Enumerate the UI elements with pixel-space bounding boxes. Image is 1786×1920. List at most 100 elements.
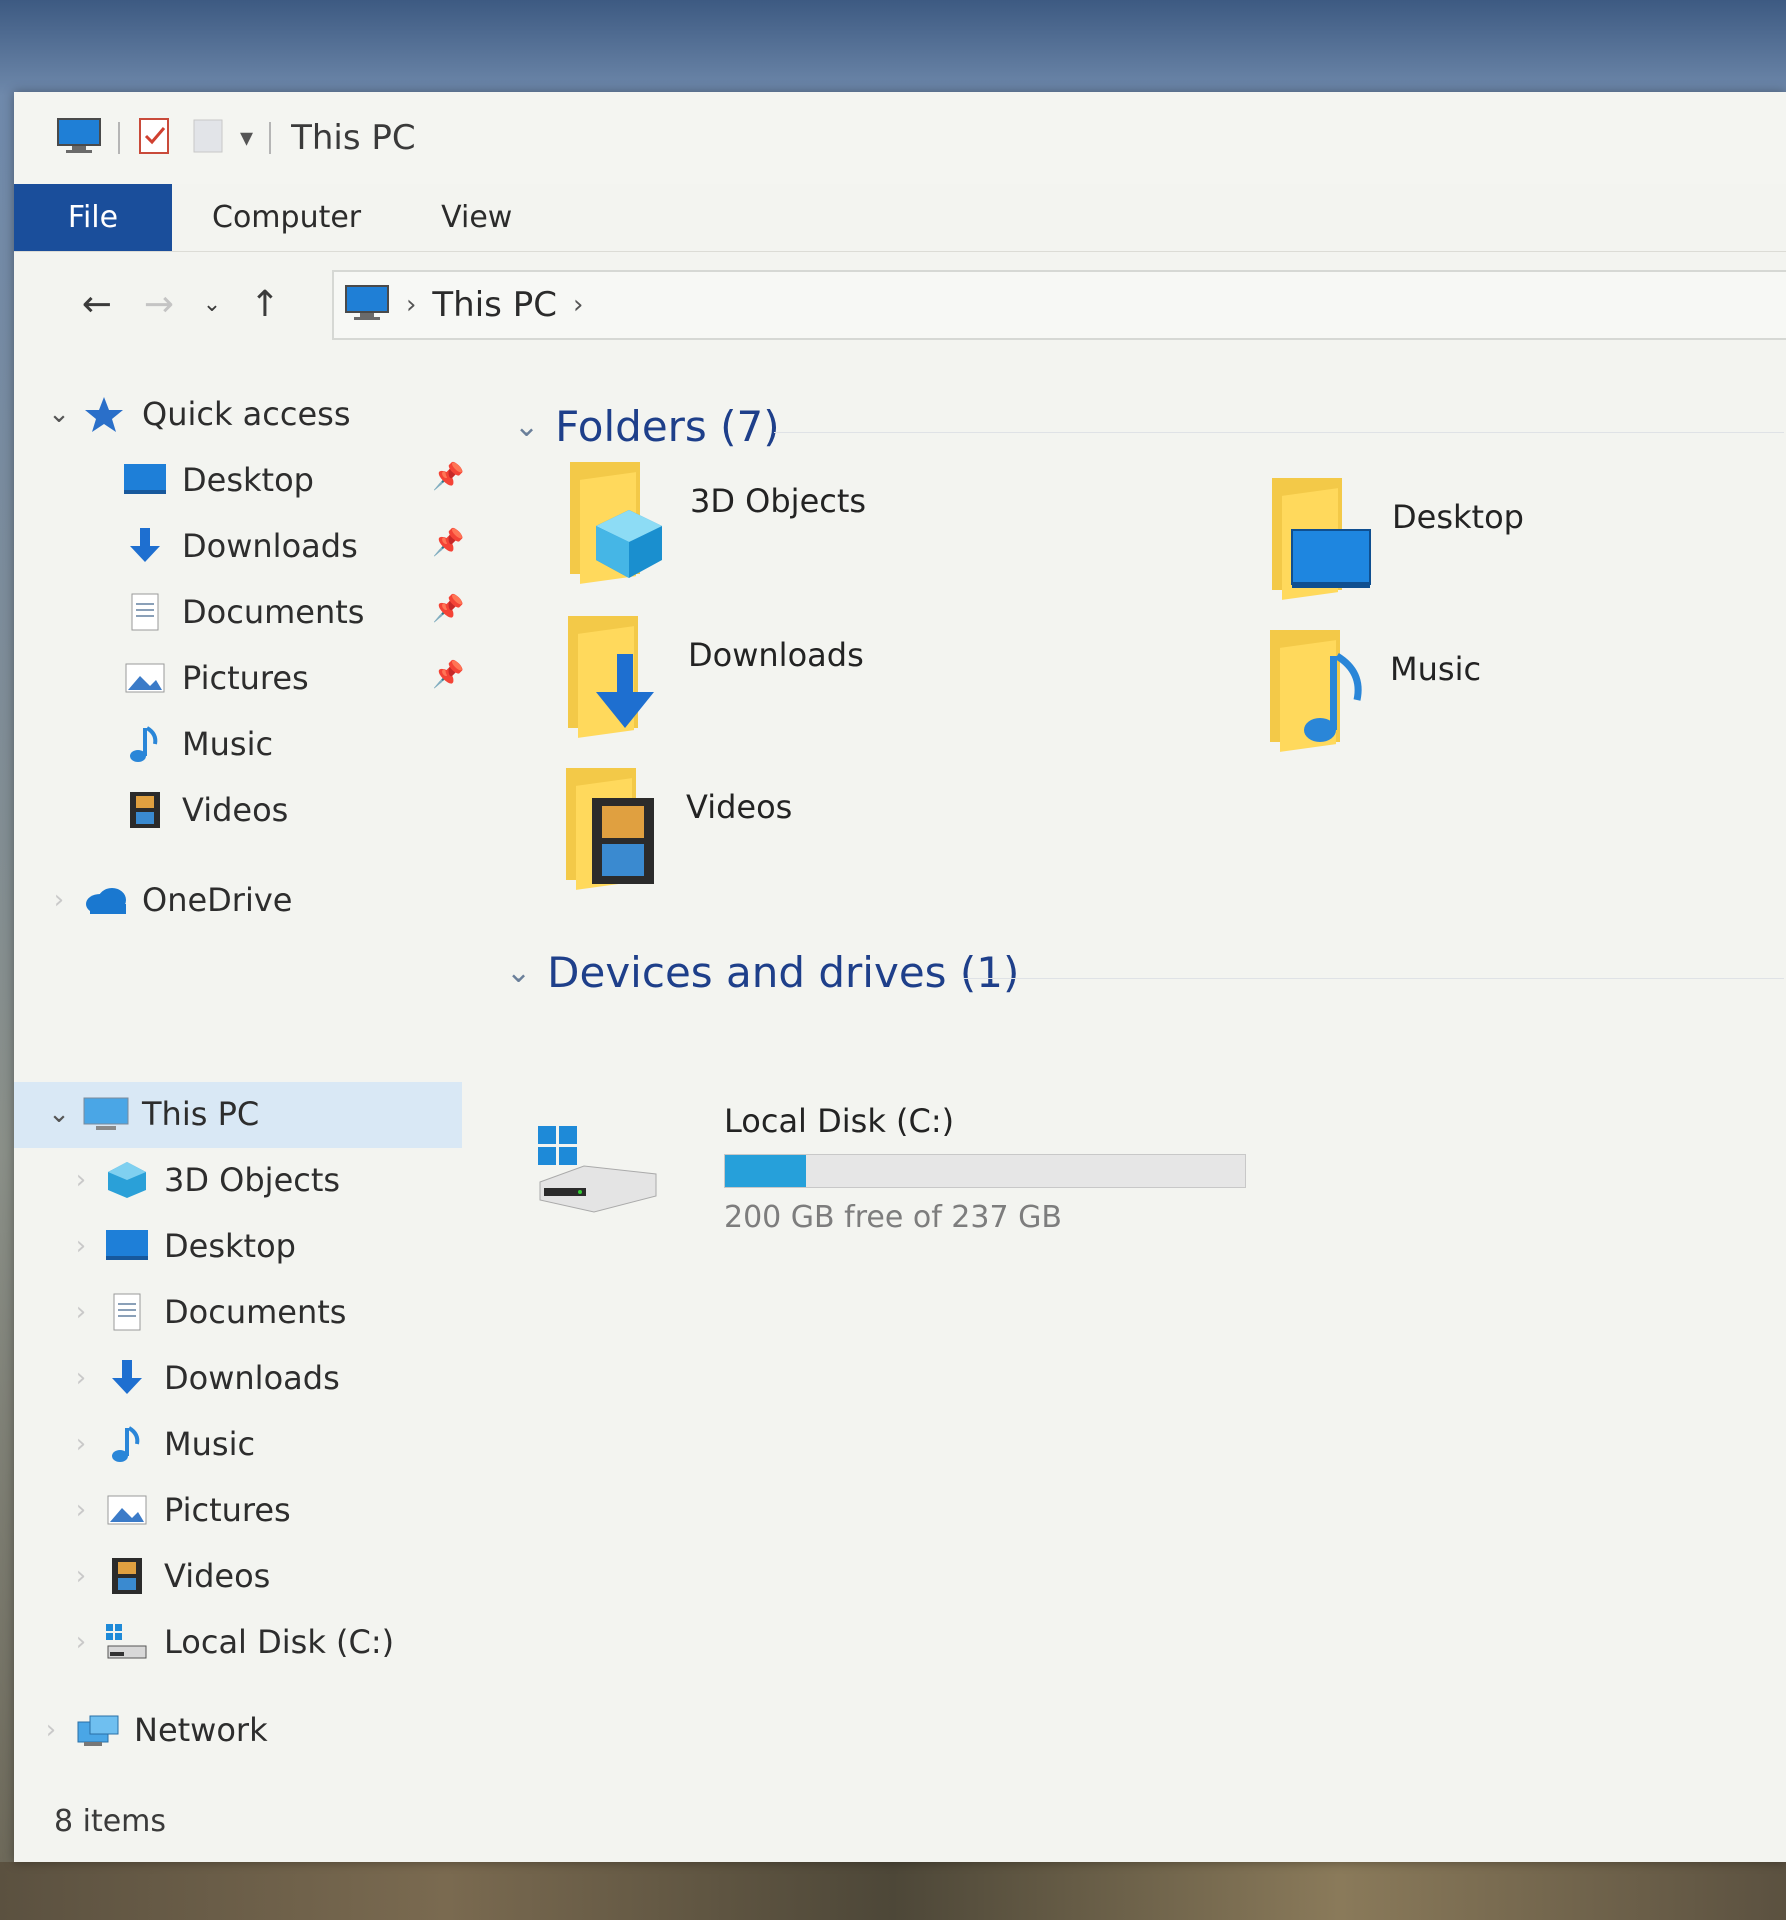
- pin-icon[interactable]: 📌: [432, 528, 464, 558]
- documents-icon: [104, 1292, 152, 1332]
- desktop-icon: [1264, 478, 1374, 600]
- downloads-icon: [104, 1358, 152, 1398]
- chevron-right-icon[interactable]: ›: [36, 1715, 66, 1745]
- chevron-right-icon[interactable]: ›: [66, 1363, 96, 1393]
- folder-label: Desktop: [1392, 498, 1524, 536]
- nav-qa-pictures[interactable]: Pictures: [114, 646, 309, 710]
- nav-label: Videos: [164, 1557, 271, 1595]
- nav-label: Desktop: [164, 1227, 296, 1265]
- nav-label: Downloads: [164, 1359, 340, 1397]
- chevron-down-icon[interactable]: ⌄: [514, 409, 539, 444]
- new-folder-icon[interactable]: [190, 116, 226, 160]
- group-header-devices[interactable]: ⌄ Devices and drives (1): [506, 948, 1019, 997]
- address-bar[interactable]: › This PC ›: [332, 270, 1786, 340]
- nav-pc-documents[interactable]: › Documents: [66, 1280, 347, 1344]
- chevron-down-icon[interactable]: ⌄: [506, 955, 531, 990]
- recent-locations-button[interactable]: ⌄: [190, 274, 234, 334]
- chevron-right-icon[interactable]: ›: [66, 1231, 96, 1261]
- nav-label: Desktop: [182, 461, 314, 499]
- desktop-wallpaper: [0, 1862, 1786, 1920]
- pin-icon[interactable]: 📌: [432, 660, 464, 690]
- nav-qa-desktop[interactable]: Desktop: [114, 448, 314, 512]
- desktop-icon: [122, 460, 170, 500]
- breadcrumb-this-pc[interactable]: This PC: [432, 285, 557, 325]
- tab-file[interactable]: File: [14, 184, 172, 251]
- chevron-right-icon[interactable]: ›: [44, 885, 74, 915]
- folder-label: 3D Objects: [690, 482, 867, 520]
- qat-separator: [118, 122, 120, 154]
- pin-icon[interactable]: 📌: [432, 594, 464, 624]
- chevron-right-icon[interactable]: ›: [66, 1297, 96, 1327]
- drive-usage-fill: [725, 1155, 807, 1187]
- computer-icon: [56, 117, 102, 159]
- nav-qa-music[interactable]: Music: [114, 712, 273, 776]
- drive-icon: [534, 1122, 664, 1222]
- up-button[interactable]: ↑: [234, 274, 296, 334]
- nav-label: Pictures: [164, 1491, 291, 1529]
- chevron-right-icon[interactable]: ›: [66, 1165, 96, 1195]
- star-icon: [82, 394, 130, 434]
- nav-onedrive[interactable]: › OneDrive: [44, 868, 293, 932]
- videos-icon: [558, 768, 668, 890]
- status-item-count: 8 items: [54, 1804, 167, 1839]
- group-divider: [964, 978, 1784, 979]
- folder-tile-videos[interactable]: Videos: [558, 768, 793, 890]
- nav-pc-local-disk[interactable]: › Local Disk (C:): [66, 1610, 394, 1674]
- nav-qa-downloads[interactable]: Downloads: [114, 514, 358, 578]
- onedrive-icon: [82, 880, 130, 920]
- group-title: Devices and drives (1): [547, 948, 1020, 997]
- nav-pc-downloads[interactable]: › Downloads: [66, 1346, 340, 1410]
- nav-pc-3d-objects[interactable]: › 3D Objects: [66, 1148, 340, 1212]
- nav-qa-documents[interactable]: Documents: [114, 580, 364, 644]
- nav-pc-desktop[interactable]: › Desktop: [66, 1214, 296, 1278]
- videos-icon: [122, 790, 170, 830]
- folder-label: Videos: [686, 788, 793, 826]
- chevron-right-icon[interactable]: ›: [406, 290, 416, 320]
- nav-label: Local Disk (C:): [164, 1623, 395, 1661]
- chevron-right-icon[interactable]: ›: [66, 1627, 96, 1657]
- folder-tile-music[interactable]: Music: [1262, 630, 1481, 752]
- drive-tile-local-disk[interactable]: Local Disk (C:) 200 GB free of 237 GB: [534, 1102, 1246, 1235]
- nav-label: Music: [182, 725, 274, 763]
- nav-quick-access[interactable]: ⌄ Quick access: [44, 382, 350, 446]
- chevron-down-icon[interactable]: ⌄: [44, 1099, 74, 1129]
- group-header-folders[interactable]: ⌄ Folders (7): [514, 402, 780, 451]
- customize-qat-icon[interactable]: ▾: [240, 123, 253, 153]
- navigation-pane: ⌄ Quick access Desktop 📌 Downloads 📌 Doc…: [14, 382, 466, 1762]
- nav-pc-music[interactable]: › Music: [66, 1412, 255, 1476]
- nav-this-pc[interactable]: ⌄ This PC: [44, 1082, 259, 1146]
- nav-pc-videos[interactable]: › Videos: [66, 1544, 271, 1608]
- nav-pc-pictures[interactable]: › Pictures: [66, 1478, 291, 1542]
- properties-icon[interactable]: [136, 116, 172, 160]
- chevron-down-icon[interactable]: ⌄: [44, 399, 74, 429]
- pin-icon[interactable]: 📌: [432, 462, 464, 492]
- file-explorer-window: ▾ This PC File Computer View ← → ⌄ ↑ › T…: [14, 92, 1786, 1862]
- folder-tile-3d-objects[interactable]: 3D Objects: [562, 462, 867, 584]
- computer-icon: [82, 1094, 130, 1134]
- back-button[interactable]: ←: [66, 274, 128, 334]
- chevron-right-icon[interactable]: ›: [66, 1429, 96, 1459]
- title-bar: ▾ This PC: [14, 92, 1786, 184]
- forward-button[interactable]: →: [128, 274, 190, 334]
- chevron-right-icon[interactable]: ›: [573, 290, 583, 320]
- downloads-icon: [122, 526, 170, 566]
- nav-qa-videos[interactable]: Videos: [114, 778, 288, 842]
- chevron-right-icon[interactable]: ›: [66, 1495, 96, 1525]
- nav-label: OneDrive: [142, 881, 293, 919]
- nav-network[interactable]: › Network: [36, 1698, 268, 1762]
- group-divider: [774, 432, 1784, 433]
- nav-label: Network: [134, 1711, 268, 1749]
- music-icon: [1262, 630, 1372, 752]
- nav-label: 3D Objects: [164, 1161, 341, 1199]
- folder-tile-downloads[interactable]: Downloads: [560, 616, 864, 738]
- nav-label: Videos: [182, 791, 289, 829]
- chevron-right-icon[interactable]: ›: [66, 1561, 96, 1591]
- folder-tile-desktop[interactable]: Desktop: [1264, 478, 1524, 600]
- arrow-right-icon: →: [143, 283, 175, 325]
- window-title: This PC: [291, 118, 416, 158]
- arrow-up-icon: ↑: [249, 283, 281, 325]
- tab-computer[interactable]: Computer: [172, 184, 401, 251]
- music-icon: [122, 724, 170, 764]
- tab-view[interactable]: View: [401, 184, 552, 251]
- 3d-objects-icon: [562, 462, 672, 584]
